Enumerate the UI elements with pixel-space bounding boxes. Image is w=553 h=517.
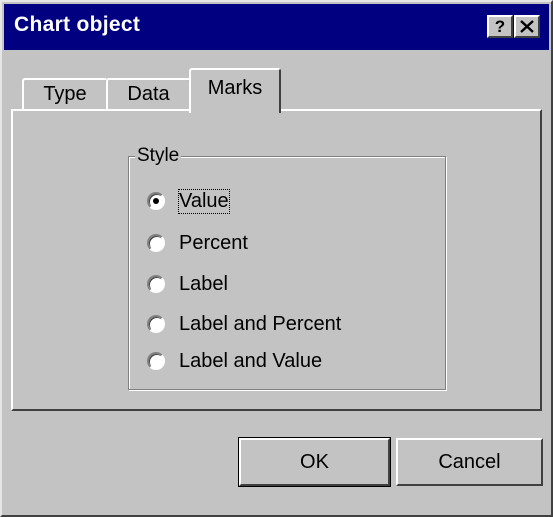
ok-button[interactable]: OK — [238, 437, 391, 487]
tab-data[interactable]: Data — [106, 78, 191, 110]
title-bar[interactable]: Chart object ? — [4, 4, 549, 50]
style-group-label: Style — [135, 145, 182, 167]
radio-label: Label and Percent — [179, 312, 342, 335]
radio-option-percent[interactable]: Percent — [147, 229, 248, 257]
radio-option-label-and-percent[interactable]: Label and Percent — [147, 310, 341, 338]
style-groupbox: Style Value Percent Label Label and Perc… — [128, 145, 446, 390]
close-icon — [520, 20, 534, 33]
tab-marks[interactable]: Marks — [189, 68, 281, 113]
radio-button[interactable] — [147, 352, 165, 370]
help-button[interactable]: ? — [487, 15, 513, 38]
radio-button[interactable] — [147, 192, 165, 210]
radio-button[interactable] — [147, 315, 165, 333]
radio-label: Percent — [179, 231, 248, 254]
tab-type[interactable]: Type — [22, 78, 108, 110]
close-button[interactable] — [514, 15, 540, 38]
radio-option-value[interactable]: Value — [147, 187, 230, 215]
radio-button[interactable] — [147, 234, 165, 252]
window-title: Chart object — [14, 13, 141, 36]
radio-option-label[interactable]: Label — [147, 270, 228, 298]
radio-label: Label — [179, 272, 228, 295]
radio-checked-dot — [153, 198, 159, 204]
radio-label: Value — [178, 188, 230, 214]
cancel-button[interactable]: Cancel — [396, 438, 543, 486]
radio-label: Label and Value — [179, 349, 323, 372]
radio-option-label-and-value[interactable]: Label and Value — [147, 347, 322, 375]
radio-button[interactable] — [147, 275, 165, 293]
chart-object-dialog: Chart object ? Type Data Marks Style Val… — [0, 0, 553, 517]
marks-tab-panel: Style Value Percent Label Label and Perc… — [11, 109, 542, 411]
